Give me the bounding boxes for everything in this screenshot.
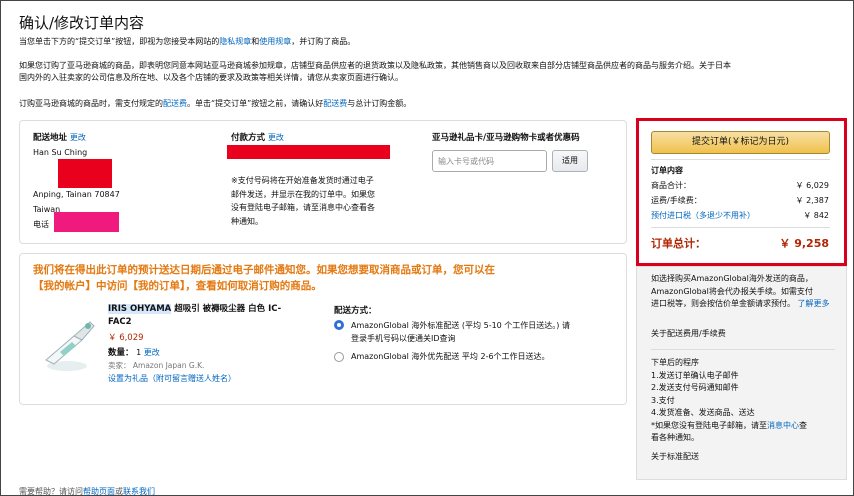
shipping-method-label: 配送方式：	[334, 306, 377, 316]
order-summary-box: 提交订单(￥标记为日元) 订单内容 商品合计： ￥ 6,029 运费/手续费： …	[636, 118, 847, 266]
redacted-phone	[54, 212, 119, 232]
steps-section: 下单后的程序 1.发送订单确认电子邮件 2.发送支付号码通知邮件 3.支付 4.…	[651, 357, 835, 445]
intro-text: 与总计订购金额。	[347, 99, 412, 108]
intro-text: 如果您订购了亚马逊商城的商品，即表明您同意本网站亚马逊商城参加规章，店铺型商品供…	[19, 61, 731, 70]
payment-note-line: ※支付号码将在开始准备发货时通过电子	[231, 176, 374, 185]
payment-section: 付款方式 更改	[231, 131, 284, 143]
summary-header: 订单内容	[651, 166, 683, 175]
summary-import-row: 预付进口税（多退少不用补） ￥ 842	[651, 210, 829, 221]
payment-note-line: 没有登陆电子邮箱，请至消息中心查看各	[231, 203, 375, 212]
address-city: Anping, Tainan 70847	[33, 190, 120, 199]
global-info: 如选择购买AmazonGlobal海外发送的商品， AmazonGlobal将会…	[651, 273, 835, 311]
summary-total-row: 订单总计： ￥ 9,258	[651, 235, 829, 251]
shipping-priority-option[interactable]: AmazonGlobal 海外优先配送 平均 2-6个工作日送达。	[351, 351, 550, 362]
step-item: 2.发送支付号码通知邮件	[651, 383, 739, 392]
shipping-info-panel: 如选择购买AmazonGlobal海外发送的商品， AmazonGlobal将会…	[636, 266, 847, 480]
address-change-link[interactable]: 更改	[70, 133, 86, 142]
global-info-line: 如选择购买AmazonGlobal海外发送的商品，	[651, 274, 813, 283]
message-center-link[interactable]: 消息中心	[767, 421, 799, 430]
shipping-standard-option[interactable]: AmazonGlobal 海外标准配送 (平均 5-10 个工作日送达。) 请 …	[351, 319, 570, 345]
steps-title: 下单后的程序	[651, 358, 699, 367]
quantity-value: 1	[136, 348, 142, 357]
footer-text: 或	[115, 487, 123, 496]
cancel-notice: 我们将在得出此订单的预计送达日期后通过电子邮件通知您。如果您想要取消商品或订单，…	[33, 262, 618, 294]
summary-items-row: 商品合计： ￥ 6,029	[651, 180, 829, 191]
standard-shipping-link[interactable]: 关于标准配送	[651, 451, 835, 464]
intro-text: 国内外的入驻卖家的公司信息及所在地、以及各个店铺的要求及政策等相关详情，请您从卖…	[19, 73, 403, 82]
contact-us-link[interactable]: 联系我们	[123, 487, 155, 496]
fees-info-link[interactable]: 关于配送费用/手续费	[651, 328, 835, 341]
payment-change-link[interactable]: 更改	[268, 133, 284, 142]
product-image	[45, 321, 95, 371]
payment-note-line: 种通知。	[231, 216, 263, 226]
redacted-payment	[227, 145, 390, 159]
summary-shipping-row: 运费/手续费： ￥ 2,387	[651, 195, 829, 206]
global-info-line: AmazonGlobal将会代办报关手续。如需支付	[651, 286, 813, 296]
intro-text: 。单击“提交订单”按钮之前，请确认好	[187, 99, 324, 108]
product-title[interactable]: IRIS OHYAMA 超吸引 被褥吸尘器 白色 IC- FAC2	[108, 303, 318, 329]
shipping-fee-link[interactable]: 配送费	[163, 99, 187, 108]
shipping-standard-text: AmazonGlobal 海外标准配送 (平均 5-10 个工作日送达。) 请	[351, 321, 570, 330]
shipping-fee-link-2[interactable]: 配送费	[323, 99, 347, 108]
page-title: 确认/修改订单内容	[19, 14, 145, 32]
product-title-text: 超吸引 被褥吸尘器 白色 IC-	[171, 304, 282, 314]
phone-label: 电话	[33, 220, 49, 229]
summary-divider	[651, 159, 830, 160]
place-order-button[interactable]: 提交订单(￥标记为日元)	[651, 131, 830, 154]
help-footer: 需要帮助？请访问帮助页面或联系我们	[19, 486, 155, 496]
items-label: 商品合计：	[651, 181, 691, 190]
quantity-row: 数量： 1 更改	[108, 346, 160, 358]
payment-note-line: 邮件发送，并显示在我的订单中。如果您	[231, 189, 375, 199]
product-brand: IRIS OHYAMA	[108, 304, 172, 314]
payment-note: ※支付号码将在开始准备发货时通过电子 邮件发送，并显示在我的订单中。如果您 没有…	[231, 174, 375, 228]
shipping-priority-radio[interactable]	[334, 352, 344, 362]
steps-note: 看各种通知。	[651, 433, 699, 442]
gift-option-link[interactable]: 设置为礼品（附可留言赠送人姓名）	[108, 373, 236, 384]
quantity-label: 数量：	[108, 348, 134, 358]
steps-note: *如果您没有登陆电子邮箱，请至	[651, 420, 767, 430]
intro-text: 订购亚马逊商城的商品时，需支付规定的	[19, 99, 163, 108]
shipping-fee-label: 运费/手续费：	[651, 196, 702, 205]
shipping-standard-text: 登录手机号码以便通关ID查询	[351, 334, 456, 343]
learn-more-link[interactable]: 了解更多	[798, 299, 830, 308]
summary-divider	[651, 227, 830, 228]
product-title-line2: FAC2	[108, 317, 132, 327]
footer-text: 需要帮助？请访问	[19, 487, 83, 496]
shipping-fee-value: ￥ 2,387	[795, 196, 829, 205]
redacted-address	[58, 159, 112, 188]
steps-note: 查	[799, 420, 807, 430]
address-name: Han Su Ching	[33, 148, 88, 157]
payment-label: 付款方式	[231, 133, 266, 143]
address-label: 配送地址	[33, 133, 68, 143]
gift-card-label: 亚马逊礼品卡/亚马逊购物卡或者优惠码	[432, 133, 580, 143]
shipping-standard-radio[interactable]	[334, 320, 344, 330]
privacy-link[interactable]: 隐私规章	[219, 37, 251, 46]
total-label: 订单总计：	[651, 237, 706, 250]
product-price: ￥ 6,029	[108, 333, 144, 343]
intro-text: 当您单击下方的“提交订单”按钮，即视为您接受本网站的	[19, 37, 220, 46]
panel-divider	[651, 349, 835, 350]
intro-paragraph-3: 订购亚马逊商城的商品时，需支付规定的配送费。单击“提交订单”按钮之前，请确认好配…	[19, 98, 411, 110]
step-item: 3.支付	[651, 395, 675, 405]
global-info-line: 进口税等，则会按估价单金额请求预付。	[651, 299, 795, 308]
cancel-notice-line: 我们将在得出此订单的预计送达日期后通过电子邮件通知您。如果您想要取消商品或订单，…	[33, 264, 495, 276]
step-item: 1.发送订单确认电子邮件	[651, 370, 739, 380]
import-tax-link[interactable]: 预付进口税（多退少不用补）	[651, 211, 755, 220]
intro-text: ，并订购了商品。	[291, 37, 356, 46]
intro-paragraph-1: 当您单击下方的“提交订单”按钮，即视为您接受本网站的隐私规章和使用规章，并订购了…	[19, 36, 355, 48]
intro-paragraph-2: 如果您订购了亚马逊商城的商品，即表明您同意本网站亚马逊商城参加规章，店铺型商品供…	[19, 60, 731, 84]
terms-link[interactable]: 使用规章	[259, 37, 291, 46]
seller-info: 卖家： Amazon Japan G.K.	[108, 361, 205, 370]
total-value: ￥ 9,258	[779, 237, 829, 250]
address-section: 配送地址 更改	[33, 131, 86, 143]
gift-card-input[interactable]: 输入卡号或代码	[432, 150, 547, 172]
cancel-notice-line: 【我的帐户】中访问【我的订单】，查看如何取消订购的商品。	[33, 280, 322, 292]
apply-code-button[interactable]: 适用	[552, 150, 588, 172]
step-item: 4.发货准备、发送商品、送达	[651, 408, 755, 417]
help-page-link[interactable]: 帮助页面	[83, 487, 115, 496]
items-value: ￥ 6,029	[795, 181, 829, 190]
quantity-change-link[interactable]: 更改	[144, 348, 160, 357]
import-tax-value: ￥ 842	[803, 211, 829, 220]
